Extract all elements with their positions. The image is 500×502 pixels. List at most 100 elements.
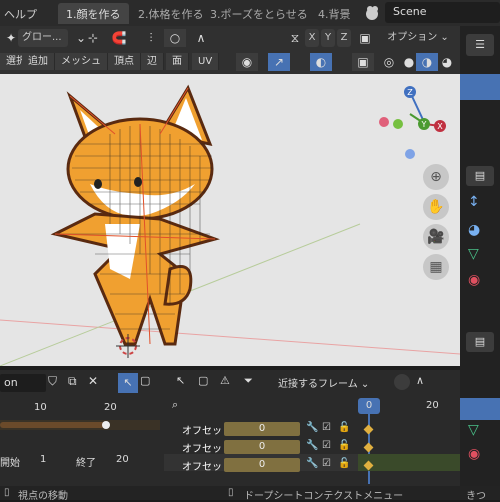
lock-icon[interactable]: ▣	[354, 29, 376, 47]
axis-x-toggle[interactable]: X	[305, 29, 319, 47]
tab-body[interactable]: 2.体格を作る	[130, 3, 212, 24]
offset-field[interactable]: 0	[224, 422, 300, 436]
end-label: 終了	[76, 458, 96, 469]
mouse-icon: ▯	[4, 487, 10, 498]
snap-dropdown[interactable]: 近接するフレーム ⌄	[272, 374, 388, 390]
menu-help[interactable]: ヘルプ	[4, 6, 37, 22]
offset-field[interactable]: 0	[224, 440, 300, 454]
outliner-menu-icon[interactable]: ▤	[466, 166, 494, 186]
current-frame-indicator[interactable]: 0	[358, 398, 380, 414]
overlay-toggle-icon[interactable]: ◐	[310, 53, 332, 71]
mirror-icon[interactable]: ⧖	[284, 29, 306, 47]
snap-label: 近接するフレーム	[278, 379, 358, 390]
options-dropdown[interactable]: オプション ⌄	[382, 29, 454, 47]
3d-viewport[interactable]: Z X Y ⊕ ✋ 🎥 ▦	[0, 74, 460, 366]
status-bar: ▯ 視点の移動 ▯ ドープシートコンテクストメニュー きつ	[0, 486, 500, 502]
box-select-icon[interactable]: ▢	[140, 374, 150, 387]
ruler-label-20: 20	[104, 402, 117, 413]
gizmo-y-label: Y	[421, 120, 427, 129]
gizmo-x-label: X	[437, 122, 443, 131]
menu-face[interactable]: 面	[166, 53, 189, 70]
lock-icon-row[interactable]: 🔓	[338, 458, 350, 469]
lock-icon-row[interactable]: 🔓	[338, 422, 350, 433]
tab-background[interactable]: 4.背景	[310, 3, 359, 24]
tab-face[interactable]: 1.顔を作る	[58, 3, 129, 24]
transform-orientation-dropdown[interactable]: グロー...	[18, 29, 68, 47]
start-label: 開始	[0, 458, 20, 469]
menu-add[interactable]: 追加	[22, 53, 55, 70]
action-name-field[interactable]: on	[0, 374, 46, 392]
channel-label: オフセッ	[182, 426, 222, 437]
transform-orientation-label: グロー...	[22, 32, 62, 43]
shading-wireframe-icon[interactable]: ◎	[378, 53, 400, 71]
range-handle[interactable]	[102, 421, 110, 429]
viewport-canvas: Z X Y	[0, 84, 460, 366]
scene-selector[interactable]: Scene	[385, 2, 500, 23]
falloff-icon-2[interactable]: ∧	[416, 374, 424, 387]
material-icon-2[interactable]: ◉	[468, 446, 480, 462]
shading-material-icon[interactable]: ◑	[416, 53, 438, 71]
editor-type-icon[interactable]: ☰	[466, 34, 494, 56]
select-cursor-icon-2[interactable]: ↖	[176, 374, 185, 387]
scene-props-icon[interactable]: ◕	[468, 222, 480, 238]
select-cursor-icon[interactable]: ↖	[118, 373, 138, 393]
action-name-text: on	[4, 376, 18, 389]
shading-rendered-icon[interactable]: ◕	[436, 53, 458, 71]
proportional-toggle[interactable]	[394, 374, 410, 390]
end-value[interactable]: 20	[116, 454, 129, 465]
scene-icon[interactable]	[362, 3, 382, 23]
checkbox-icon[interactable]: ☑	[322, 440, 331, 451]
top-bar: ヘルプ 1.顔を作る 2.体格を作る 3.ポーズをとらせる 4.背景 Scene	[0, 0, 500, 26]
editor-type-icon-2[interactable]: ▤	[466, 332, 494, 352]
fox-mesh[interactable]	[50, 84, 220, 346]
menu-edge[interactable]: 辺	[141, 53, 164, 70]
mouse-icon-2: ▯	[228, 487, 234, 498]
wrench-icon[interactable]: 🔧	[306, 458, 318, 469]
search-icon[interactable]: ⌕	[172, 398, 178, 412]
proportional-edit-icon[interactable]: ○	[164, 29, 186, 47]
gizmo-toggle-icon[interactable]: ↗	[268, 53, 290, 71]
channel-label: オフセッ	[182, 444, 222, 455]
ruler-label-20b: 20	[426, 400, 439, 411]
grid-perspective-icon[interactable]: ▦	[423, 254, 449, 280]
shield-icon[interactable]: ⛉	[48, 374, 57, 389]
visibility-eye-icon[interactable]: ◉	[236, 53, 258, 71]
close-icon[interactable]: ✕	[88, 374, 98, 388]
axis-z-toggle[interactable]: Z	[337, 29, 351, 47]
zoom-icon[interactable]: ⊕	[423, 164, 449, 190]
start-value[interactable]: 1	[40, 454, 46, 465]
modifier-icon[interactable]: ▽	[468, 246, 479, 262]
properties-strip: ☰ ▤ ↕ ◕ ▽ ◉ ▤ ▽ ◉	[460, 26, 500, 500]
xray-toggle-icon[interactable]: ▣	[352, 53, 374, 71]
box-select-icon-2[interactable]: ▢	[198, 374, 208, 387]
axis-y-label: Y	[324, 32, 332, 43]
tool-icon[interactable]: ↕	[468, 194, 480, 210]
checkbox-icon[interactable]: ☑	[322, 458, 331, 469]
keyframe-diamond[interactable]	[363, 442, 374, 453]
keyframe-diamond[interactable]	[363, 424, 374, 435]
tab-pose[interactable]: 3.ポーズをとらせる	[202, 3, 316, 24]
keyframe-row-highlight	[358, 454, 460, 471]
offset-field[interactable]: 0	[224, 458, 300, 472]
pivot-icon[interactable]: ⊹	[82, 29, 104, 47]
checkbox-icon[interactable]: ☑	[322, 422, 331, 433]
lock-icon-row[interactable]: 🔓	[338, 440, 350, 451]
menu-mesh[interactable]: メッシュ	[55, 53, 108, 70]
pan-hand-icon[interactable]: ✋	[423, 194, 449, 220]
viewport-header: ✦ グロー... ⌄ ⊹ 🧲 ⫶ ○ ∧ ⧖ X Y Z ▣ オプション ⌄	[0, 26, 460, 50]
menu-uv[interactable]: UV	[192, 53, 220, 70]
camera-icon[interactable]: 🎥	[423, 224, 449, 250]
navigation-gizmo[interactable]: Z X Y	[379, 86, 446, 159]
channel-label: オフセッ	[182, 462, 222, 473]
axis-y-toggle[interactable]: Y	[321, 29, 335, 47]
modifier-icon-2[interactable]: ▽	[468, 422, 479, 438]
filter-icon[interactable]: ⏷	[244, 374, 253, 388]
duplicate-icon[interactable]: ⧉	[68, 374, 77, 389]
wrench-icon[interactable]: 🔧	[306, 422, 318, 433]
wrench-icon[interactable]: 🔧	[306, 440, 318, 451]
menu-vertex[interactable]: 頂点	[108, 53, 141, 70]
material-icon[interactable]: ◉	[468, 272, 480, 288]
snap-icon[interactable]: 🧲	[108, 29, 130, 47]
snap-target-icon[interactable]: ⫶	[140, 29, 162, 47]
falloff-icon[interactable]: ∧	[190, 29, 212, 47]
